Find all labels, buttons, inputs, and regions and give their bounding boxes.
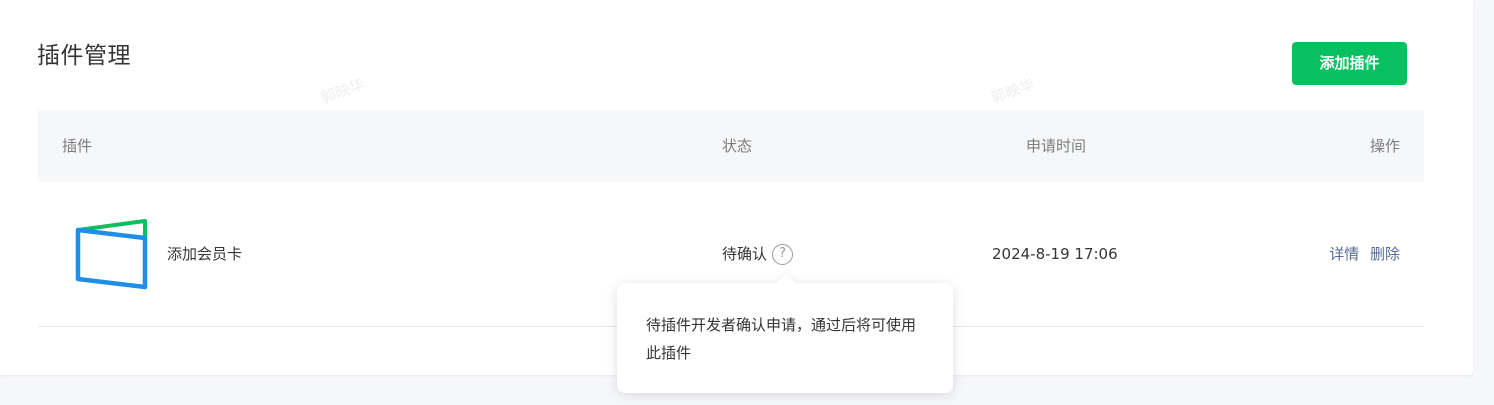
detail-link[interactable]: 详情 — [1329, 245, 1359, 263]
status-tooltip: 待插件开发者确认申请，通过后将可使用此插件 — [617, 273, 953, 393]
row-actions: 详情 删除 — [1329, 242, 1400, 266]
column-header-plugin: 插件 — [62, 137, 93, 155]
question-mark-icon[interactable]: ? — [772, 243, 794, 265]
page-title: 插件管理 — [37, 43, 131, 69]
status-text: 待确认 — [722, 245, 768, 263]
table-header: 插件 状态 申请时间 操作 — [38, 110, 1424, 182]
watermark: 郭映华 — [318, 74, 367, 108]
status-cell: 待确认 ? — [722, 242, 794, 266]
tooltip-text: 待插件开发者确认申请，通过后将可使用此插件 — [646, 316, 917, 362]
watermark: 郭映华 — [988, 74, 1037, 108]
add-plugin-button[interactable]: 添加插件 — [1292, 42, 1407, 85]
column-header-status: 状态 — [722, 137, 753, 155]
delete-link[interactable]: 删除 — [1370, 245, 1400, 263]
column-header-actions: 操作 — [1369, 137, 1400, 155]
apply-time: 2024-8-19 17:06 — [992, 245, 1118, 263]
membership-card-icon — [72, 218, 152, 292]
column-header-apply-time: 申请时间 — [1026, 137, 1087, 155]
plugin-name: 添加会员卡 — [167, 245, 243, 263]
